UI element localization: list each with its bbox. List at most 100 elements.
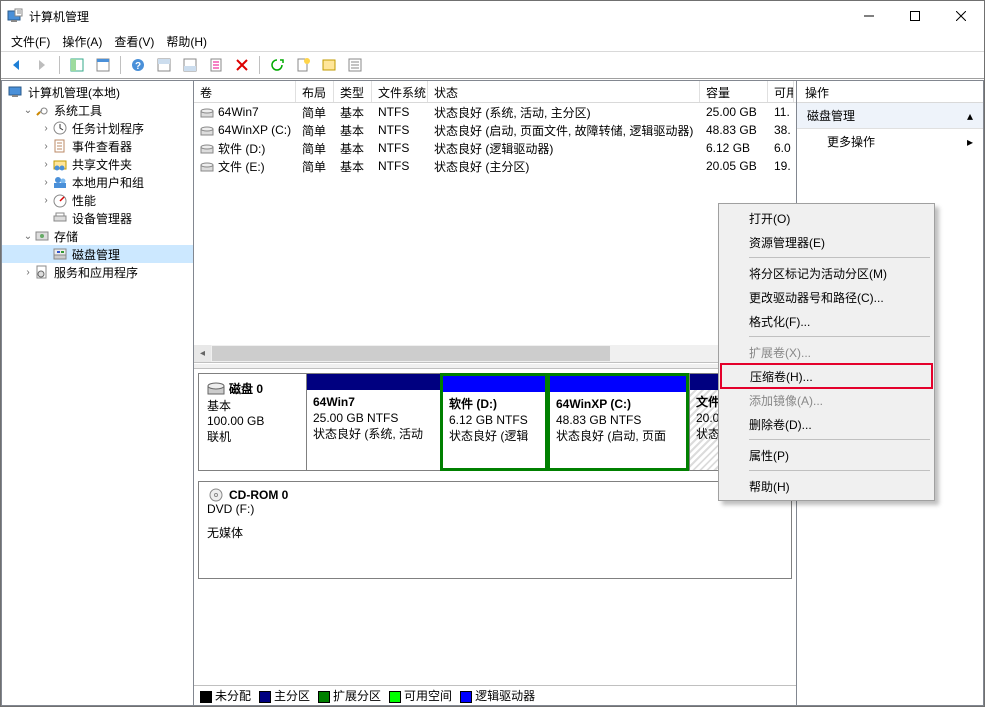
- ctx-mark-active[interactable]: 将分区标记为活动分区(M): [721, 261, 932, 285]
- volume-row[interactable]: 64WinXP (C:) 简单 基本 NTFS 状态良好 (启动, 页面文件, …: [194, 121, 796, 139]
- partition[interactable]: 软件 (D:) 6.12 GB NTFS 状态良好 (逻辑: [440, 373, 548, 471]
- volume-name: 64WinXP (C:): [218, 123, 291, 137]
- expand-icon[interactable]: ›: [40, 123, 52, 134]
- horizontal-scrollbar[interactable]: ◂ ▸: [194, 345, 796, 362]
- tree-storage[interactable]: ⌄ 存储: [2, 227, 193, 245]
- col-type[interactable]: 类型: [334, 81, 372, 102]
- ctx-format[interactable]: 格式化(F)...: [721, 309, 932, 333]
- legend-label: 未分配: [215, 689, 251, 703]
- volume-type: 基本: [334, 139, 372, 158]
- event-icon: [52, 138, 68, 154]
- clock-icon: [52, 120, 68, 136]
- toolbar-separator: [120, 56, 121, 74]
- actions-more[interactable]: 更多操作 ▸: [797, 129, 983, 154]
- ctx-shrink[interactable]: 压缩卷(H)...: [720, 363, 933, 389]
- disk-graphical-view: 磁盘 0 基本 100.00 GB 联机 64Win7 25.00 GB NTF…: [194, 369, 796, 685]
- tree-services[interactable]: › 服务和应用程序: [2, 263, 193, 281]
- main-panel: 卷 布局 类型 文件系统 状态 容量 可用 64Win7 简单 基本 NTFS …: [194, 80, 797, 706]
- context-menu: 打开(O) 资源管理器(E) 将分区标记为活动分区(M) 更改驱动器号和路径(C…: [718, 203, 935, 501]
- col-status[interactable]: 状态: [428, 81, 700, 102]
- menu-separator: [749, 257, 930, 258]
- partition[interactable]: 64Win7 25.00 GB NTFS 状态良好 (系统, 活动: [307, 374, 441, 470]
- tree-label: 磁盘管理: [72, 246, 120, 263]
- tree-shared-folders[interactable]: › 共享文件夹: [2, 155, 193, 173]
- actions-more-label: 更多操作: [827, 133, 875, 150]
- disk-info[interactable]: 磁盘 0 基本 100.00 GB 联机: [199, 374, 307, 470]
- volume-type: 基本: [334, 103, 372, 122]
- expand-icon[interactable]: ›: [40, 195, 52, 206]
- app-icon: [7, 8, 23, 24]
- expand-icon[interactable]: ›: [40, 141, 52, 152]
- partition[interactable]: 64WinXP (C:) 48.83 GB NTFS 状态良好 (启动, 页面: [547, 373, 689, 471]
- tree-system-tools[interactable]: ⌄ 系统工具: [2, 101, 193, 119]
- volume-fs: NTFS: [372, 158, 428, 174]
- help-button[interactable]: ?: [127, 54, 149, 76]
- shared-folder-icon: [52, 156, 68, 172]
- tree-local-users[interactable]: › 本地用户和组: [2, 173, 193, 191]
- tools-icon: [34, 102, 50, 118]
- view-top-button[interactable]: [153, 54, 175, 76]
- collapse-icon[interactable]: ⌄: [22, 105, 34, 116]
- col-filesystem[interactable]: 文件系统: [372, 81, 428, 102]
- refresh-button[interactable]: [266, 54, 288, 76]
- actions-category[interactable]: 磁盘管理 ▴: [797, 103, 983, 129]
- close-button[interactable]: [938, 1, 984, 31]
- ctx-delete[interactable]: 删除卷(D)...: [721, 412, 932, 436]
- col-capacity[interactable]: 容量: [700, 81, 768, 102]
- tree-root[interactable]: 计算机管理(本地): [2, 83, 193, 101]
- properties-button[interactable]: [92, 54, 114, 76]
- volume-row[interactable]: 文件 (E:) 简单 基本 NTFS 状态良好 (主分区) 20.05 GB 1…: [194, 157, 796, 175]
- toolbar: ?: [1, 51, 984, 79]
- expand-icon[interactable]: ›: [40, 159, 52, 170]
- volume-free: 38.: [768, 122, 794, 138]
- volume-row[interactable]: 64Win7 简单 基本 NTFS 状态良好 (系统, 活动, 主分区) 25.…: [194, 103, 796, 121]
- tree-disk-management[interactable]: 磁盘管理: [2, 245, 193, 263]
- volume-icon: [200, 107, 214, 119]
- volume-type: 基本: [334, 157, 372, 176]
- volume-list: 卷 布局 类型 文件系统 状态 容量 可用 64Win7 简单 基本 NTFS …: [194, 81, 796, 363]
- back-button[interactable]: [5, 54, 27, 76]
- menu-action[interactable]: 操作(A): [56, 31, 108, 52]
- legend-swatch-unallocated: [200, 691, 212, 703]
- disk-kind: 基本: [207, 397, 298, 414]
- col-volume[interactable]: 卷: [194, 81, 296, 102]
- tree-event-viewer[interactable]: › 事件查看器: [2, 137, 193, 155]
- tree-task-scheduler[interactable]: › 任务计划程序: [2, 119, 193, 137]
- expand-icon[interactable]: ›: [22, 267, 34, 278]
- volume-free: 6.0: [768, 140, 794, 156]
- partition-info: 48.83 GB NTFS: [556, 412, 680, 428]
- ctx-explorer[interactable]: 资源管理器(E): [721, 230, 932, 254]
- tree-device-manager[interactable]: 设备管理器: [2, 209, 193, 227]
- cdrom-icon: [207, 488, 225, 502]
- col-layout[interactable]: 布局: [296, 81, 334, 102]
- maximize-button[interactable]: [892, 1, 938, 31]
- disk-state: 联机: [207, 428, 298, 445]
- delete-button[interactable]: [231, 54, 253, 76]
- view-bottom-button[interactable]: [179, 54, 201, 76]
- col-free[interactable]: 可用: [768, 81, 794, 102]
- disk-size: 100.00 GB: [207, 414, 298, 428]
- ctx-help[interactable]: 帮助(H): [721, 474, 932, 498]
- tree-performance[interactable]: › 性能: [2, 191, 193, 209]
- show-hide-tree-button[interactable]: [66, 54, 88, 76]
- volume-free: 19.: [768, 158, 794, 174]
- menu-separator: [749, 336, 930, 337]
- volume-row[interactable]: 软件 (D:) 简单 基本 NTFS 状态良好 (逻辑驱动器) 6.12 GB …: [194, 139, 796, 157]
- collapse-icon[interactable]: ⌄: [22, 231, 34, 242]
- new-button[interactable]: [292, 54, 314, 76]
- scroll-left-button[interactable]: ◂: [194, 345, 211, 362]
- rescan-button[interactable]: [318, 54, 340, 76]
- menu-help[interactable]: 帮助(H): [160, 31, 213, 52]
- forward-button[interactable]: [31, 54, 53, 76]
- scroll-thumb[interactable]: [212, 346, 610, 361]
- action-list-button[interactable]: [344, 54, 366, 76]
- ctx-properties[interactable]: 属性(P): [721, 443, 932, 467]
- minimize-button[interactable]: [846, 1, 892, 31]
- menu-file[interactable]: 文件(F): [5, 31, 56, 52]
- expand-icon[interactable]: ›: [40, 177, 52, 188]
- disk-info[interactable]: CD-ROM 0 DVD (F:) 无媒体: [199, 482, 791, 578]
- ctx-open[interactable]: 打开(O): [721, 206, 932, 230]
- menu-view[interactable]: 查看(V): [108, 31, 160, 52]
- settings-button[interactable]: [205, 54, 227, 76]
- ctx-change-drive[interactable]: 更改驱动器号和路径(C)...: [721, 285, 932, 309]
